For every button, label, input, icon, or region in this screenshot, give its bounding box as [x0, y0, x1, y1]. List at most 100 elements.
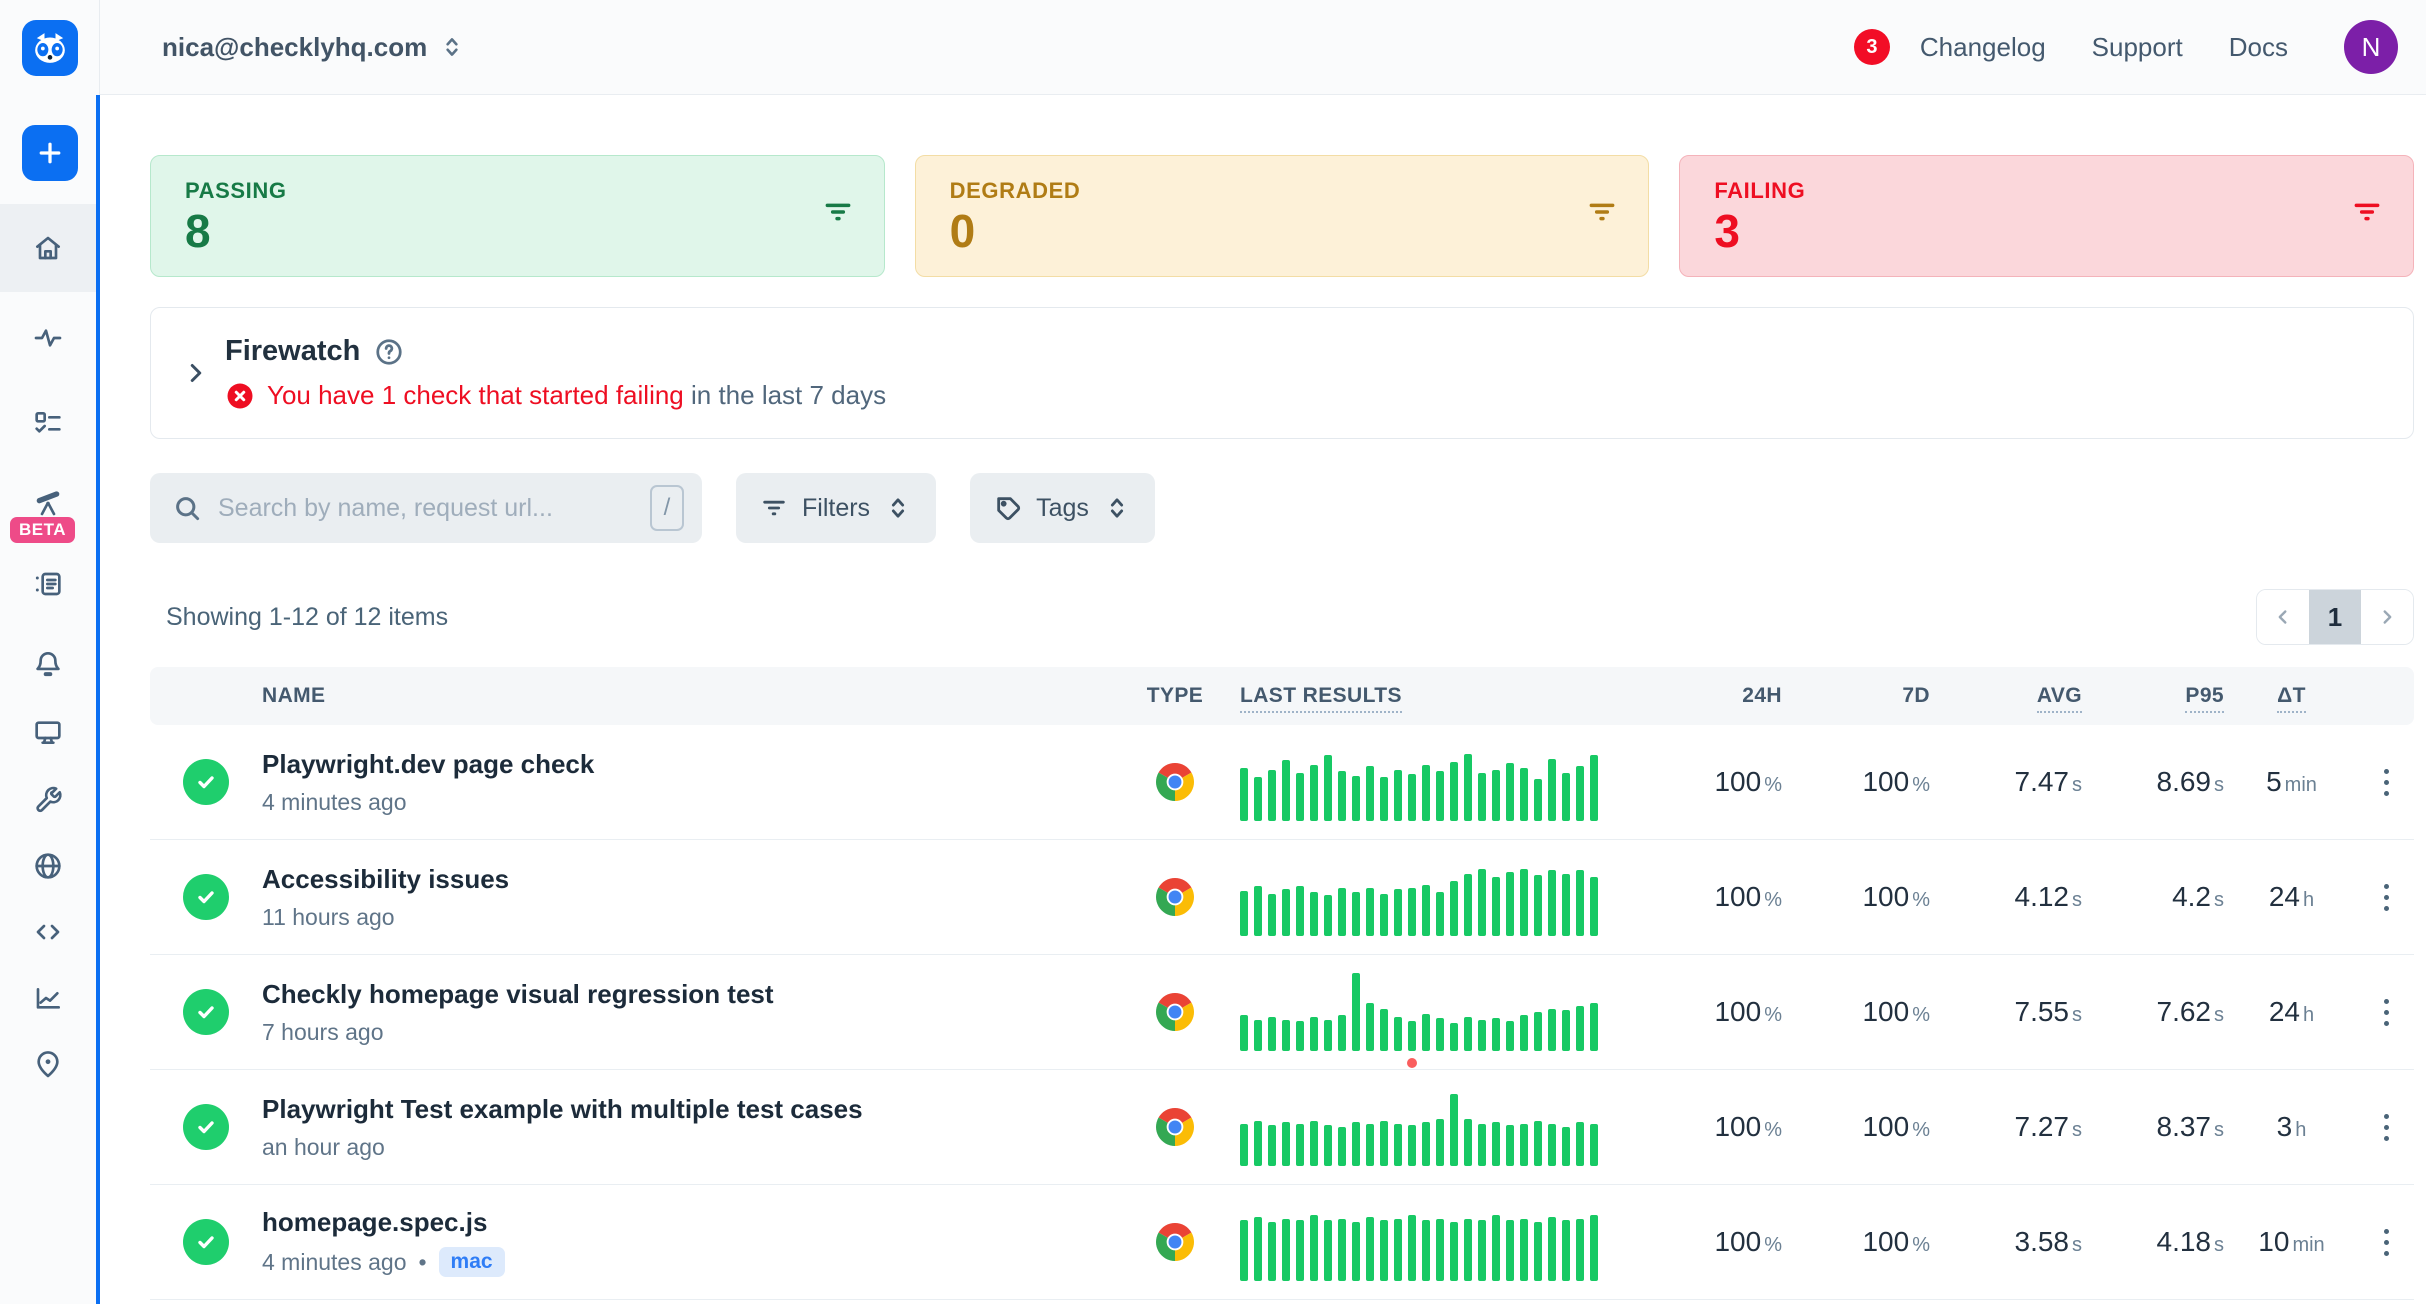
docs-link[interactable]: Docs — [2229, 32, 2288, 63]
passing-status-icon — [183, 989, 229, 1035]
changelog-count-badge[interactable]: 3 — [1854, 29, 1890, 65]
table-row[interactable]: Accessibility issues 11 hours ago 100% 1… — [150, 840, 2414, 955]
row-menu-button[interactable] — [2359, 1114, 2414, 1141]
search-input[interactable] — [218, 494, 650, 523]
table-row[interactable]: Playwright Test example with multiple te… — [150, 1070, 2414, 1185]
sidebar-item-activity[interactable] — [0, 322, 96, 354]
sidebar-item-locations[interactable] — [0, 1048, 96, 1080]
check-name[interactable]: Checkly homepage visual regression test — [262, 979, 1110, 1010]
mac-tag-badge[interactable]: mac — [439, 1247, 505, 1277]
expand-chevron-icon[interactable] — [181, 358, 211, 388]
firewatch-panel: Firewatch You have 1 check that started … — [150, 307, 2414, 439]
failing-card[interactable]: FAILING 3 — [1679, 155, 2414, 277]
filters-button[interactable]: Filters — [736, 473, 936, 543]
degraded-card[interactable]: DEGRADED 0 — [915, 155, 1650, 277]
filter-funnel-icon[interactable] — [822, 196, 854, 228]
avatar[interactable]: N — [2344, 20, 2398, 74]
tags-button[interactable]: Tags — [970, 473, 1155, 543]
page-number[interactable]: 1 — [2309, 590, 2361, 644]
sidebar-item-snippets[interactable] — [0, 916, 96, 948]
metric-24h: 100% — [1632, 1226, 1782, 1258]
header-delta-t[interactable]: ΔT — [2224, 684, 2359, 708]
location-pin-icon — [32, 1048, 64, 1080]
filter-funnel-icon[interactable] — [1586, 196, 1618, 228]
create-new-button[interactable] — [22, 125, 78, 181]
prev-page-button[interactable] — [2257, 590, 2309, 644]
metric-avg: 7.27s — [1930, 1111, 2082, 1143]
account-switcher[interactable]: nica@checklyhq.com — [162, 32, 465, 63]
firewatch-alert-highlight: You have 1 check that started failing — [267, 380, 684, 410]
sidebar-item-runner-logs[interactable] — [0, 568, 96, 600]
results-sparkline[interactable] — [1240, 743, 1632, 821]
metric-avg: 3.58s — [1930, 1226, 2082, 1258]
row-menu-button[interactable] — [2359, 769, 2414, 796]
metric-24h: 100% — [1632, 996, 1782, 1028]
results-sparkline[interactable] — [1240, 858, 1632, 936]
passing-label: PASSING — [185, 178, 287, 204]
help-icon[interactable] — [374, 337, 404, 367]
metric-avg: 4.12s — [1930, 881, 2082, 913]
results-sparkline[interactable] — [1240, 1203, 1632, 1281]
check-name[interactable]: Accessibility issues — [262, 864, 1110, 895]
changelog-link[interactable]: Changelog — [1920, 32, 2046, 63]
firewatch-alert-rest: in the last 7 days — [684, 380, 886, 410]
error-x-icon — [225, 381, 255, 411]
metric-p95: 8.37s — [2082, 1111, 2224, 1143]
globe-icon — [32, 850, 64, 882]
sidebar-item-detect-beta[interactable] — [0, 488, 96, 520]
account-email: nica@checklyhq.com — [162, 32, 427, 63]
check-last-run: an hour ago — [262, 1134, 385, 1161]
sidebar-item-analytics[interactable] — [0, 982, 96, 1014]
metric-24h: 100% — [1632, 1111, 1782, 1143]
slash-shortcut-key: / — [650, 485, 684, 531]
showing-count: Showing 1-12 of 12 items — [166, 603, 448, 632]
degraded-count: 0 — [950, 208, 1081, 254]
metric-p95: 4.2s — [2082, 881, 2224, 913]
support-link[interactable]: Support — [2092, 32, 2183, 63]
metric-7d: 100% — [1782, 766, 1930, 798]
chrome-browser-icon — [1156, 763, 1194, 801]
table-row[interactable]: Playwright.dev page check 4 minutes ago … — [150, 725, 2414, 840]
metric-24h: 100% — [1632, 881, 1782, 913]
header-7d: 7D — [1782, 684, 1930, 708]
next-page-button[interactable] — [2361, 590, 2413, 644]
status-cards: PASSING 8 DEGRADED 0 FAILING — [150, 155, 2414, 277]
table-header: NAME TYPE LAST RESULTS 24H 7D AVG P95 ΔT — [150, 667, 2414, 725]
sidebar-item-alerts[interactable] — [0, 648, 96, 680]
passing-card[interactable]: PASSING 8 — [150, 155, 885, 277]
sidebar-item-dashboards[interactable] — [0, 716, 96, 748]
metric-avg: 7.47s — [1930, 766, 2082, 798]
row-menu-button[interactable] — [2359, 999, 2414, 1026]
header-last-results[interactable]: LAST RESULTS — [1240, 684, 1632, 708]
metric-p95: 4.18s — [2082, 1226, 2224, 1258]
check-name[interactable]: homepage.spec.js — [262, 1207, 1110, 1238]
failing-label: FAILING — [1714, 178, 1805, 204]
results-sparkline[interactable] — [1240, 1088, 1632, 1166]
metric-7d: 100% — [1782, 1226, 1930, 1258]
sidebar-item-maintenance[interactable] — [0, 784, 96, 816]
check-name[interactable]: Playwright Test example with multiple te… — [262, 1094, 1110, 1125]
sidebar-item-checks[interactable] — [0, 408, 96, 440]
metric-7d: 100% — [1782, 881, 1930, 913]
tag-icon — [994, 494, 1022, 522]
header-avg[interactable]: AVG — [1930, 684, 2082, 708]
firewatch-title: Firewatch — [225, 335, 360, 368]
sidebar-item-private-locations[interactable] — [0, 850, 96, 882]
table-row[interactable]: Checkly homepage visual regression test … — [150, 955, 2414, 1070]
table-row[interactable]: homepage.spec.js 4 minutes ago • mac 100… — [150, 1185, 2414, 1300]
header-name: NAME — [262, 684, 1110, 708]
chevron-up-down-icon — [439, 34, 465, 60]
failing-count: 3 — [1714, 208, 1805, 254]
separator-dot: • — [418, 1249, 426, 1276]
tags-label: Tags — [1036, 494, 1089, 523]
row-menu-button[interactable] — [2359, 884, 2414, 911]
checkly-logo[interactable] — [22, 20, 78, 76]
results-sparkline[interactable] — [1240, 973, 1632, 1051]
check-name[interactable]: Playwright.dev page check — [262, 749, 1110, 780]
header-p95[interactable]: P95 — [2082, 684, 2224, 708]
row-menu-button[interactable] — [2359, 1229, 2414, 1256]
metric-p95: 8.69s — [2082, 766, 2224, 798]
sidebar-item-home[interactable] — [0, 204, 96, 292]
filter-funnel-icon[interactable] — [2351, 196, 2383, 228]
check-last-run: 7 hours ago — [262, 1019, 383, 1046]
